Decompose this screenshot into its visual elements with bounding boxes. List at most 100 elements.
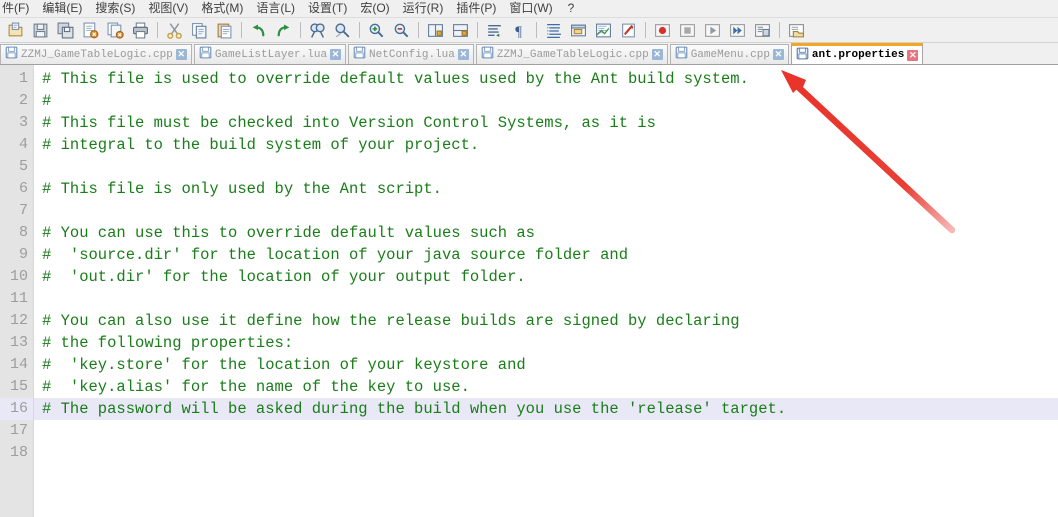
tab-bar: ZZMJ_GameTableLogic.cpp ✕ GameListLayer.lu…	[0, 43, 1058, 65]
toolbar: ¶	[0, 18, 1058, 43]
code-line[interactable]: # the following properties:	[34, 332, 1058, 354]
macro-repeat-icon[interactable]	[725, 19, 749, 42]
line-number: 3	[18, 114, 28, 131]
tab-close-icon[interactable]: ✕	[772, 49, 784, 60]
code-line[interactable]	[34, 156, 1058, 178]
toolbar-separator	[241, 22, 242, 38]
doc-map-icon[interactable]	[591, 19, 615, 42]
code-line[interactable]: # 'key.alias' for the name of the key to…	[34, 376, 1058, 398]
line-number: 16	[0, 398, 33, 420]
code-line[interactable]: # integral to the build system of your p…	[34, 134, 1058, 156]
macro-stop-icon[interactable]	[675, 19, 699, 42]
menu-view[interactable]: 视图(V)	[142, 0, 195, 17]
paste-icon[interactable]	[212, 19, 236, 42]
line-number: 6	[18, 180, 28, 197]
menu-help[interactable]: ?	[560, 0, 582, 17]
menu-settings[interactable]: 设置(T)	[302, 0, 354, 17]
save-all-icon[interactable]	[53, 19, 77, 42]
indent-guide-icon[interactable]	[541, 19, 565, 42]
menu-search[interactable]: 搜索(S)	[89, 0, 142, 17]
line-number: 2	[18, 92, 28, 109]
cut-icon[interactable]	[162, 19, 186, 42]
tab-close-icon[interactable]: ✕	[175, 49, 187, 60]
find-icon[interactable]	[305, 19, 329, 42]
menu-run[interactable]: 运行(R)	[397, 0, 451, 17]
line-number-gutter: 1 2 3 4 5 6 7 8 9 10 11 12 13 14 15 16 17 18	[0, 65, 34, 517]
replace-icon[interactable]	[330, 19, 354, 42]
tab[interactable]: ZZMJ_GameTableLogic.cpp ✕	[475, 44, 668, 64]
tab-close-icon[interactable]: ✕	[457, 49, 469, 60]
menu-file[interactable]: 件(F)	[0, 0, 36, 17]
menu-language[interactable]: 语言(L)	[250, 0, 302, 17]
line-number: 4	[18, 136, 28, 153]
menu-window[interactable]: 窗口(W)	[503, 0, 559, 17]
code-line[interactable]: # You can also use it define how the rel…	[34, 310, 1058, 332]
new-file-icon[interactable]	[3, 19, 27, 42]
macro-save-icon[interactable]	[750, 19, 774, 42]
show-symbol-icon[interactable]: ¶	[507, 19, 531, 42]
user-dialog-icon[interactable]	[566, 19, 590, 42]
line-number: 18	[9, 444, 28, 461]
tab[interactable]: ZZMJ_GameTableLogic.cpp ✕	[0, 44, 192, 64]
code-line[interactable]	[34, 420, 1058, 442]
code-line[interactable]: # You can use this to override default v…	[34, 222, 1058, 244]
tab-label: ZZMJ_GameTableLogic.cpp	[496, 48, 649, 61]
line-number: 17	[9, 422, 28, 439]
document-icon	[675, 46, 688, 63]
menu-edit[interactable]: 编辑(E)	[36, 0, 89, 17]
menu-plugins[interactable]: 插件(P)	[450, 0, 503, 17]
code-line[interactable]	[34, 442, 1058, 464]
sync-scroll-v-icon[interactable]	[423, 19, 447, 42]
line-number: 9	[18, 246, 28, 263]
code-line[interactable]	[34, 200, 1058, 222]
line-number: 1	[18, 70, 28, 87]
code-line[interactable]: # This file is only used by the Ant scri…	[34, 178, 1058, 200]
tab-close-icon[interactable]: ✕	[651, 49, 663, 60]
close-all-icon[interactable]	[103, 19, 127, 42]
code-line-current[interactable]: # The password will be asked during the …	[34, 398, 1058, 420]
code-text-area[interactable]: # This file is used to override default …	[34, 65, 1058, 517]
document-icon	[199, 46, 212, 63]
tab[interactable]: NetConfig.lua ✕	[348, 44, 474, 64]
document-saved-icon	[796, 47, 809, 64]
function-list-icon[interactable]	[616, 19, 640, 42]
save-icon[interactable]	[28, 19, 52, 42]
notepadpp-window: 件(F) 编辑(E) 搜索(S) 视图(V) 格式(M) 语言(L) 设置(T) 宏(O) 运行…	[0, 0, 1058, 517]
tab-active[interactable]: ant.properties ✕	[790, 43, 924, 64]
document-icon	[353, 46, 366, 63]
tab-close-icon[interactable]: ✕	[907, 49, 919, 61]
macro-play-icon[interactable]	[700, 19, 724, 42]
tab-label: GameMenu.cpp	[690, 48, 770, 61]
code-line[interactable]: # This file is used to override default …	[34, 68, 1058, 90]
line-number: 10	[9, 268, 28, 285]
tab[interactable]: GameListLayer.lua ✕	[193, 44, 347, 64]
zoom-in-icon[interactable]	[364, 19, 388, 42]
code-line[interactable]: # 'key.store' for the location of your k…	[34, 354, 1058, 376]
tab-label: ant.properties	[811, 49, 905, 61]
redo-icon[interactable]	[271, 19, 295, 42]
sync-scroll-h-icon[interactable]	[448, 19, 472, 42]
code-line[interactable]	[34, 288, 1058, 310]
folder-workspace-icon[interactable]	[784, 19, 808, 42]
print-icon[interactable]	[128, 19, 152, 42]
macro-record-icon[interactable]	[650, 19, 674, 42]
line-number: 8	[18, 224, 28, 241]
line-number: 13	[9, 334, 28, 351]
editor-area[interactable]: 1 2 3 4 5 6 7 8 9 10 11 12 13 14 15 16 17 18 # This file …	[0, 65, 1058, 517]
code-line[interactable]: # 'out.dir' for the location of your out…	[34, 266, 1058, 288]
zoom-out-icon[interactable]	[389, 19, 413, 42]
code-line[interactable]: #	[34, 90, 1058, 112]
svg-text:¶: ¶	[515, 23, 522, 38]
copy-icon[interactable]	[187, 19, 211, 42]
code-line[interactable]: # This file must be checked into Version…	[34, 112, 1058, 134]
tab[interactable]: GameMenu.cpp ✕	[669, 44, 789, 64]
tab-close-icon[interactable]: ✕	[330, 49, 342, 60]
word-wrap-icon[interactable]	[482, 19, 506, 42]
tab-label: GameListLayer.lua	[214, 48, 328, 61]
undo-icon[interactable]	[246, 19, 270, 42]
menu-macro[interactable]: 宏(O)	[354, 0, 396, 17]
close-file-icon[interactable]	[78, 19, 102, 42]
menu-format[interactable]: 格式(M)	[195, 0, 250, 17]
toolbar-separator	[477, 22, 478, 38]
code-line[interactable]: # 'source.dir' for the location of your …	[34, 244, 1058, 266]
